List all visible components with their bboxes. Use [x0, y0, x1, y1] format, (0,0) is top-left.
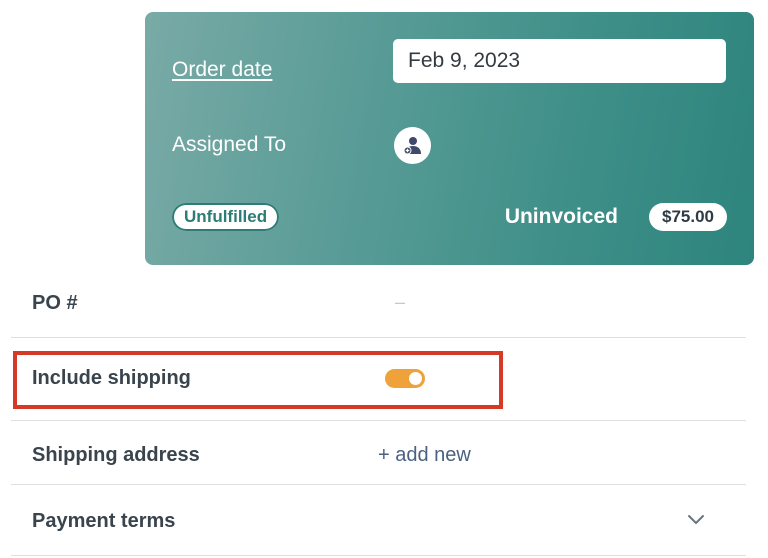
po-number-row: PO # – — [11, 276, 746, 338]
invoice-status-label: Uninvoiced — [504, 205, 618, 228]
shipping-address-row: Shipping address + add new — [11, 421, 746, 485]
add-new-address-link[interactable]: + add new — [378, 444, 471, 467]
include-shipping-label: Include shipping — [32, 367, 191, 389]
order-summary-card: Order date Assigned To Unfulfilled Uninv… — [145, 12, 754, 265]
fulfillment-status-badge: Unfulfilled — [172, 203, 280, 231]
payment-terms-row[interactable]: Payment terms — [11, 485, 746, 556]
po-number-value[interactable]: – — [395, 292, 405, 313]
order-date-label[interactable]: Order date — [172, 58, 272, 82]
amount-badge: $75.00 — [649, 203, 727, 231]
include-shipping-toggle[interactable] — [385, 369, 425, 388]
shipping-address-label: Shipping address — [32, 444, 200, 466]
toggle-knob — [409, 372, 422, 385]
order-date-input[interactable] — [393, 39, 726, 83]
assign-user-icon — [403, 137, 421, 155]
po-number-label: PO # — [32, 292, 78, 314]
chevron-down-icon[interactable] — [686, 514, 706, 526]
assigned-to-label: Assigned To — [172, 133, 287, 156]
include-shipping-row: Include shipping — [11, 338, 746, 421]
payment-terms-label: Payment terms — [32, 510, 176, 532]
assign-user-button[interactable] — [394, 127, 431, 164]
